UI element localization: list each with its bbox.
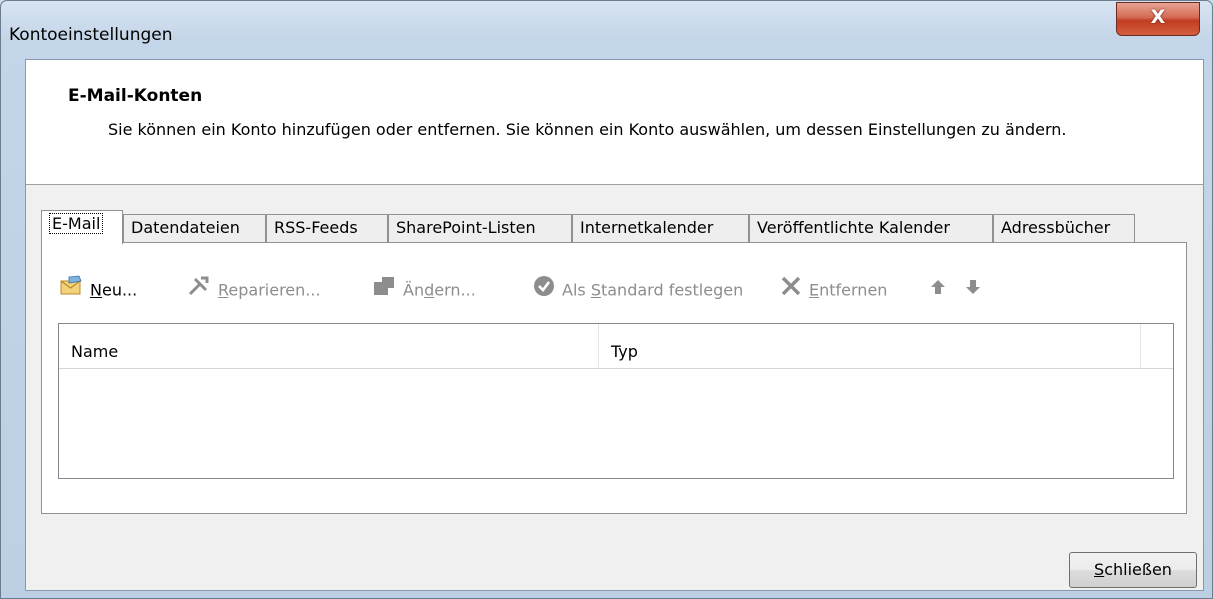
set-default-button[interactable]: Als Standard festlegen: [533, 275, 743, 305]
move-up-button[interactable]: [930, 275, 953, 305]
new-account-button[interactable]: Neu...: [59, 275, 137, 305]
delete-x-icon: [780, 275, 802, 307]
close-button[interactable]: Schließen: [1069, 552, 1197, 588]
tab-adressbuecher[interactable]: Adressbücher: [993, 214, 1135, 242]
close-icon: X: [1150, 6, 1166, 28]
email-tab-panel: Neu... Reparieren... Ändern... Als Stand…: [41, 242, 1187, 514]
change-button[interactable]: Ändern...: [372, 275, 476, 305]
column-header-type[interactable]: Typ: [599, 324, 1141, 368]
section-title: E-Mail-Konten: [68, 86, 203, 106]
tab-veroeffentlichte-kalender[interactable]: Veröffentlichte Kalender: [749, 214, 993, 242]
repair-button[interactable]: Reparieren...: [187, 275, 321, 305]
new-mail-account-icon: [59, 275, 83, 307]
window-close-button[interactable]: X: [1116, 2, 1200, 36]
dialog-client-area: E-Mail-Konten Sie können ein Konto hinzu…: [25, 59, 1204, 591]
accounts-list[interactable]: Name Typ: [58, 323, 1174, 479]
window-title: Kontoeinstellungen: [9, 25, 173, 45]
column-header-name[interactable]: Name: [59, 324, 599, 368]
move-down-button[interactable]: [965, 275, 988, 305]
tab-email[interactable]: E-Mail: [41, 210, 123, 244]
section-description: Sie können ein Konto hinzufügen oder ent…: [108, 120, 1067, 139]
change-settings-icon: [372, 275, 396, 307]
arrow-down-icon: [965, 276, 981, 306]
tab-internetkalender[interactable]: Internetkalender: [572, 214, 749, 242]
checkmark-circle-icon: [533, 275, 555, 307]
tab-datendateien[interactable]: Datendateien: [123, 214, 266, 242]
header-divider: [59, 368, 1173, 369]
tools-icon: [187, 275, 211, 307]
tab-sharepoint-listen[interactable]: SharePoint-Listen: [388, 214, 572, 242]
tab-rss-feeds[interactable]: RSS-Feeds: [266, 214, 388, 242]
remove-button[interactable]: Entfernen: [780, 275, 887, 305]
arrow-up-icon: [930, 276, 946, 306]
header-area: E-Mail-Konten Sie können ein Konto hinzu…: [26, 60, 1203, 185]
title-bar: Kontoeinstellungen X: [1, 1, 1212, 51]
account-settings-window: Kontoeinstellungen X E-Mail-Konten Sie k…: [0, 0, 1213, 599]
